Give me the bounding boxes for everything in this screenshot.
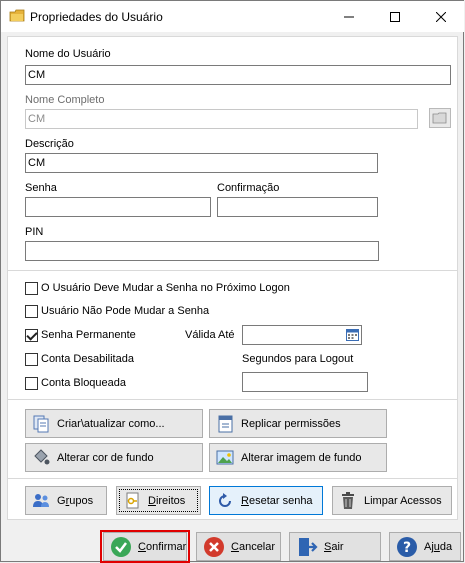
- key-document-icon: [122, 491, 142, 511]
- user-properties-window: Propriedades do Usuário Nome do Usuário …: [0, 0, 464, 563]
- app-folder-icon: [9, 9, 25, 22]
- confirm-highlight-box: [100, 530, 190, 563]
- pin-label: PIN: [25, 226, 44, 238]
- bg-image-button[interactable]: Alterar imagem de fundo: [209, 443, 387, 472]
- username-label: Nome do Usuário: [25, 48, 111, 60]
- paint-bucket-icon: [31, 448, 51, 468]
- confirmation-input[interactable]: [217, 197, 378, 217]
- checklist-icon: [215, 414, 235, 434]
- create-update-label: Criar\atualizar como...: [57, 417, 165, 430]
- locked-checkbox[interactable]: [25, 377, 38, 390]
- replicate-label: Replicar permissões: [241, 417, 341, 430]
- help-icon: ?: [397, 536, 417, 557]
- cancel-button[interactable]: Cancelar: [196, 532, 281, 561]
- cannot-change-label: Usuário Não Pode Mudar a Senha: [41, 305, 210, 317]
- exit-label: Sair: [324, 540, 344, 553]
- permanent-label: Senha Permanente: [41, 329, 136, 341]
- copy-doc-icon: [31, 414, 51, 434]
- rights-button[interactable]: Direitos: [116, 486, 201, 515]
- locked-label: Conta Bloqueada: [41, 377, 127, 389]
- bg-color-button[interactable]: Alterar cor de fundo: [25, 443, 203, 472]
- groups-label: Grupos: [57, 494, 94, 507]
- cancel-icon: [204, 536, 224, 557]
- groups-button[interactable]: Grupos: [25, 486, 107, 515]
- form-panel: Nome do Usuário CM Nome Completo CM Desc…: [7, 36, 458, 520]
- refresh-icon: [215, 491, 235, 511]
- disabled-label: Conta Desabilitada: [41, 353, 134, 365]
- logout-input[interactable]: [242, 372, 368, 392]
- logout-label: Segundos para Logout: [242, 353, 354, 365]
- description-input[interactable]: CM: [25, 153, 378, 173]
- help-label: Ajuda: [424, 540, 453, 553]
- bg-image-label: Alterar imagem de fundo: [241, 451, 362, 464]
- fullname-input: CM: [25, 109, 418, 129]
- trash-icon: [338, 491, 358, 511]
- window-title: Propriedades do Usuário: [30, 10, 163, 24]
- cancel-label: Cancelar: [231, 540, 276, 553]
- must-change-checkbox[interactable]: [25, 282, 38, 295]
- create-update-button[interactable]: Criar\atualizar como...: [25, 409, 203, 438]
- fullname-label: Nome Completo: [25, 94, 105, 106]
- users-icon: [31, 491, 51, 511]
- disabled-checkbox[interactable]: [25, 353, 38, 366]
- close-button[interactable]: [418, 1, 464, 32]
- password-label: Senha: [25, 182, 57, 194]
- confirmation-label: Confirmação: [217, 182, 280, 194]
- must-change-label: O Usuário Deve Mudar a Senha no Próximo …: [41, 282, 290, 294]
- close-icon: [436, 11, 446, 22]
- exit-button[interactable]: Sair: [289, 532, 381, 561]
- minimize-button[interactable]: [326, 1, 372, 32]
- browse-button[interactable]: [429, 108, 451, 128]
- rights-label: Direitos: [148, 494, 186, 507]
- password-input[interactable]: [25, 197, 211, 217]
- maximize-button[interactable]: [372, 1, 418, 32]
- cannot-change-checkbox[interactable]: [25, 305, 38, 318]
- valid-until-input[interactable]: [242, 325, 362, 345]
- divider: [8, 270, 457, 271]
- replicate-button[interactable]: Replicar permissões: [209, 409, 387, 438]
- bg-color-label: Alterar cor de fundo: [57, 451, 154, 464]
- title-bar: Propriedades do Usuário: [1, 1, 464, 32]
- picture-icon: [215, 448, 235, 468]
- divider: [8, 399, 457, 400]
- folder-icon: [432, 112, 447, 124]
- description-label: Descrição: [25, 138, 74, 150]
- reset-password-button[interactable]: Resetar senha: [209, 486, 323, 515]
- pin-input[interactable]: [25, 241, 379, 261]
- reset-password-label: Resetar senha: [241, 494, 313, 507]
- divider: [8, 478, 457, 479]
- username-input[interactable]: CM: [25, 65, 451, 85]
- clear-access-label: Limpar Acessos: [364, 494, 442, 507]
- clear-access-button[interactable]: Limpar Acessos: [332, 486, 452, 515]
- valid-until-label: Válida Até: [185, 329, 235, 341]
- permanent-checkbox[interactable]: [25, 329, 38, 342]
- calendar-icon[interactable]: [346, 328, 359, 341]
- minimize-icon: [344, 16, 354, 17]
- maximize-icon: [390, 11, 400, 22]
- svg-text:?: ?: [403, 540, 411, 556]
- help-button[interactable]: ? Ajuda: [389, 532, 461, 561]
- exit-door-icon: [299, 537, 318, 556]
